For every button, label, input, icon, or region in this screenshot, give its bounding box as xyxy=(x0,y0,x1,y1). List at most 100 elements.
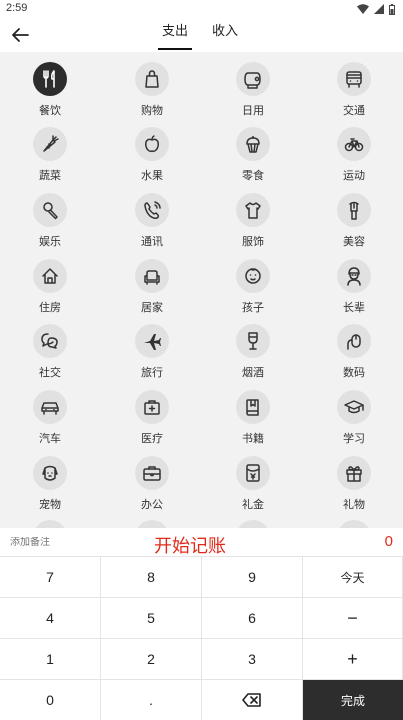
category-icon-circle xyxy=(33,193,67,227)
category-icon-circle xyxy=(135,324,169,358)
category-label: 零食 xyxy=(242,169,264,182)
category-item[interactable]: 通讯 xyxy=(112,193,192,253)
category-item[interactable]: 礼物 xyxy=(314,456,394,516)
category-icon-circle-partial[interactable] xyxy=(337,520,371,528)
category-item[interactable]: 交通 xyxy=(314,62,394,122)
tab-expense[interactable]: 支出 xyxy=(158,18,193,52)
category-label: 孩子 xyxy=(242,301,264,314)
key-6[interactable]: 6 xyxy=(202,598,303,639)
category-icon-circle xyxy=(236,456,270,490)
key-done[interactable]: 完成 xyxy=(303,680,403,720)
category-grid: 餐饮 购物 日用 交通蔬菜 水果 零食 运动娱乐 通讯 服饰 美容住房 居家 孩子 长辈社交 旅行 烟酒 数码… xyxy=(0,52,403,528)
category-label: 社交 xyxy=(39,366,61,379)
note-input[interactable] xyxy=(10,537,130,548)
key-4[interactable]: 4 xyxy=(0,598,101,639)
category-item[interactable]: 餐饮 xyxy=(10,62,90,122)
key-9[interactable]: 9 xyxy=(202,557,303,598)
category-icon-circle-partial[interactable] xyxy=(135,520,169,528)
briefcase-icon xyxy=(143,466,161,481)
category-icon-circle xyxy=(33,324,67,358)
category-item[interactable]: 医疗 xyxy=(112,390,192,450)
key-dot[interactable]: . xyxy=(101,680,202,720)
gift-icon xyxy=(346,466,362,482)
key-7[interactable]: 7 xyxy=(0,557,101,598)
back-arrow-icon xyxy=(12,28,29,42)
tab-income[interactable]: 收入 xyxy=(208,18,242,52)
bicycle-icon xyxy=(344,138,364,152)
category-item[interactable]: 娱乐 xyxy=(10,193,90,253)
category-icon-circle xyxy=(337,127,371,161)
category-item[interactable]: 日用 xyxy=(213,62,293,122)
category-icon-circle xyxy=(33,62,67,96)
category-item[interactable]: 汽车 xyxy=(10,390,90,450)
category-label: 长辈 xyxy=(343,301,365,314)
pet-icon xyxy=(42,465,58,481)
key-2[interactable]: 2 xyxy=(101,639,202,680)
category-icon-circle xyxy=(236,62,270,96)
utensils-icon xyxy=(43,70,55,88)
category-item[interactable]: 学习 xyxy=(314,390,394,450)
phone-icon xyxy=(144,201,161,219)
category-label: 礼物 xyxy=(343,498,365,511)
category-item[interactable]: 宠物 xyxy=(10,456,90,516)
category-item[interactable]: 水果 xyxy=(112,127,192,187)
category-label: 蔬菜 xyxy=(39,169,61,182)
category-label: 学习 xyxy=(343,432,365,445)
category-item[interactable]: 住房 xyxy=(10,259,90,319)
category-icon-circle xyxy=(337,390,371,424)
category-item[interactable]: 办公 xyxy=(112,456,192,516)
airplane-icon xyxy=(144,334,161,350)
category-label: 书籍 xyxy=(242,432,264,445)
category-label: 医疗 xyxy=(141,432,163,445)
category-item[interactable]: 数码 xyxy=(314,324,394,384)
category-icon-circle-partial[interactable] xyxy=(236,520,270,528)
lipstick-icon xyxy=(349,201,359,220)
category-item[interactable]: 长辈 xyxy=(314,259,394,319)
key-minus[interactable]: − xyxy=(303,598,403,639)
category-label: 水果 xyxy=(141,169,163,182)
key-backspace[interactable] xyxy=(202,680,303,720)
category-item[interactable]: 社交 xyxy=(10,324,90,384)
category-icon-circle xyxy=(135,62,169,96)
category-label: 餐饮 xyxy=(39,104,61,117)
category-icon-circle xyxy=(236,324,270,358)
category-item[interactable]: 烟酒 xyxy=(213,324,293,384)
key-0[interactable]: 0 xyxy=(0,680,101,720)
category-item[interactable]: 零食 xyxy=(213,127,293,187)
category-item[interactable]: 购物 xyxy=(112,62,192,122)
microphone-icon xyxy=(43,202,58,220)
category-item[interactable]: 蔬菜 xyxy=(10,127,90,187)
category-icon-circle xyxy=(337,324,371,358)
category-label: 旅行 xyxy=(141,366,163,379)
category-icon-circle-partial[interactable] xyxy=(33,520,67,528)
key-3[interactable]: 3 xyxy=(202,639,303,680)
red-envelope-icon xyxy=(246,464,260,482)
elder-icon xyxy=(347,267,361,286)
key-1[interactable]: 1 xyxy=(0,639,101,680)
category-item[interactable]: 孩子 xyxy=(213,259,293,319)
category-icon-circle xyxy=(337,62,371,96)
category-item[interactable]: 旅行 xyxy=(112,324,192,384)
car-icon xyxy=(41,402,59,415)
category-label: 通讯 xyxy=(141,235,163,248)
back-button[interactable] xyxy=(8,23,32,47)
category-item[interactable]: 书籍 xyxy=(213,390,293,450)
category-item[interactable]: 服饰 xyxy=(213,193,293,253)
keypad: 7 8 9 今天 4 5 6− 1 2 3 +0. 完成 xyxy=(0,556,403,720)
category-icon-circle xyxy=(337,259,371,293)
status-bar: 2:59 xyxy=(0,0,403,18)
category-icon-circle xyxy=(236,127,270,161)
key-today[interactable]: 今天 xyxy=(303,557,403,598)
key-5[interactable]: 5 xyxy=(101,598,202,639)
category-item[interactable]: 美容 xyxy=(314,193,394,253)
category-label: 交通 xyxy=(343,104,365,117)
category-item[interactable]: 运动 xyxy=(314,127,394,187)
category-item[interactable]: 居家 xyxy=(112,259,192,319)
key-8[interactable]: 8 xyxy=(101,557,202,598)
category-icon-circle xyxy=(135,193,169,227)
key-plus[interactable]: + xyxy=(303,639,403,680)
sofa-icon xyxy=(144,270,160,285)
category-label: 美容 xyxy=(343,235,365,248)
book-icon xyxy=(246,399,259,416)
category-item[interactable]: 礼金 xyxy=(213,456,293,516)
